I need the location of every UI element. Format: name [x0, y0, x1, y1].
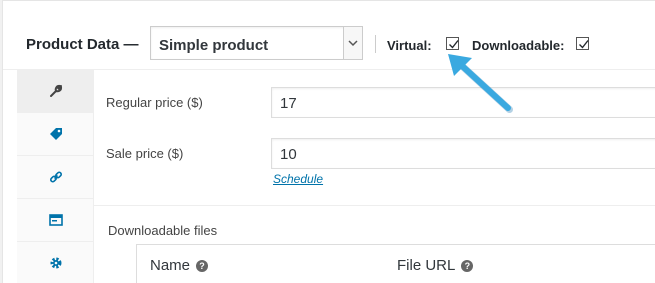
sale-price-label: Sale price ($) [106, 146, 184, 161]
product-data-header: Product Data — Simple product Virtual: D… [3, 1, 655, 70]
virtual-label: Virtual: [387, 38, 432, 53]
product-type-value: Simple product [159, 37, 269, 54]
tab-attributes[interactable] [17, 199, 94, 242]
panel-title: Product Data — [26, 36, 139, 53]
header-divider [375, 35, 376, 53]
product-data-tabs [17, 70, 94, 283]
virtual-checkbox[interactable] [446, 37, 459, 50]
column-header-name: Name ? [150, 257, 209, 274]
section-divider [94, 205, 655, 206]
chevron-down-icon[interactable] [343, 27, 362, 59]
link-icon [49, 171, 62, 183]
downloadable-files-label: Downloadable files [108, 223, 218, 238]
window-icon [48, 214, 63, 226]
gear-icon [50, 257, 61, 269]
tag-icon [49, 128, 62, 140]
help-icon[interactable]: ? [461, 259, 474, 272]
regular-price-label: Regular price ($) [106, 95, 203, 110]
tab-advanced[interactable] [17, 242, 94, 283]
check-icon [579, 40, 589, 49]
downloadable-checkbox[interactable] [576, 37, 589, 50]
tab-general[interactable] [17, 70, 94, 113]
help-icon[interactable]: ? [196, 259, 209, 272]
wrench-icon [49, 84, 62, 97]
regular-price-value: 17 [280, 95, 297, 112]
downloadable-files-table: Name ? File URL ? [136, 244, 655, 283]
column-header-file-url-label: File URL [397, 257, 456, 274]
schedule-link[interactable]: Schedule [273, 172, 323, 186]
annotation-arrow-icon [448, 54, 513, 113]
sale-price-input[interactable]: 10 [271, 138, 655, 169]
column-header-file-url: File URL ? [397, 257, 474, 274]
product-data-panel: Product Data — Simple product Virtual: D… [2, 0, 655, 283]
tab-linked-products[interactable] [17, 156, 94, 199]
sale-price-value: 10 [280, 146, 297, 163]
tab-inventory[interactable] [17, 113, 94, 156]
product-type-select[interactable]: Simple product [150, 26, 363, 60]
column-header-name-label: Name [150, 257, 191, 274]
